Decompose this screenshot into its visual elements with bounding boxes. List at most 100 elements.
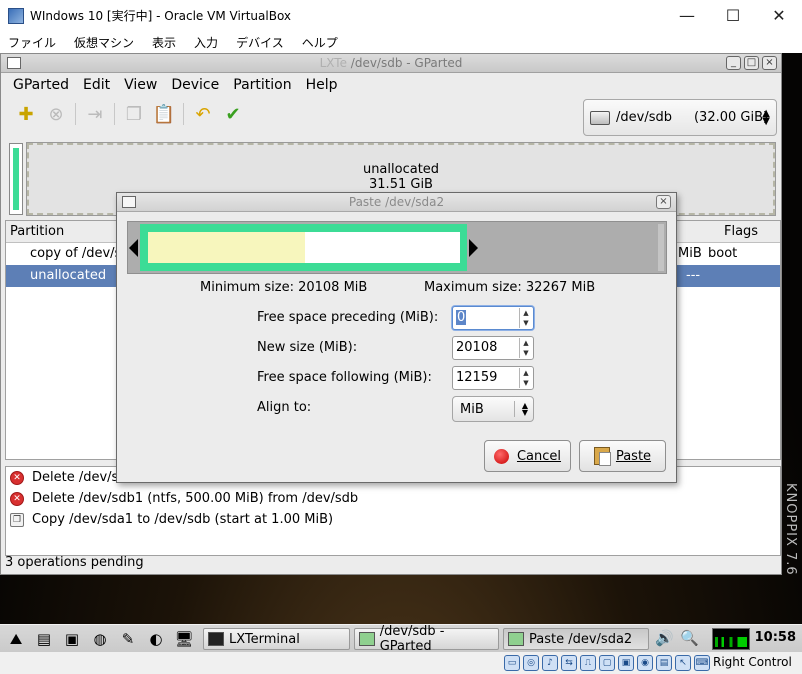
host-menu-machine[interactable]: 仮想マシン <box>74 34 134 51</box>
host-key-label: Right Control <box>713 655 792 669</box>
new-size-spinner[interactable]: 20108 ▲ ▼ <box>452 336 534 360</box>
host-menu-help[interactable]: ヘルプ <box>302 34 338 51</box>
new-size-value[interactable]: 20108 <box>456 340 497 355</box>
new-size-label: New size (MiB): <box>257 340 358 355</box>
window-icon <box>7 57 21 69</box>
files-icon[interactable]: ▤ <box>32 628 56 650</box>
host-statusbar: ▭ ◎ ♪ ⇆ ⎍ ▢ ▣ ◉ ▤ ↖ ⌨ Right Control <box>0 652 802 674</box>
apply-icon[interactable]: ✔ <box>218 100 248 128</box>
gparted-close-button[interactable]: × <box>762 56 777 70</box>
shared-folder-icon[interactable]: ▢ <box>599 655 615 671</box>
gparted-minimize-button[interactable]: _ <box>726 56 741 70</box>
gparted-icon <box>508 632 524 646</box>
menu-edit[interactable]: Edit <box>83 77 110 93</box>
terminal-icon[interactable]: ▣ <box>60 628 84 650</box>
free-following-value[interactable]: 12159 <box>456 370 497 385</box>
menu-gparted[interactable]: GParted <box>13 77 69 93</box>
resize-move-icon[interactable]: ⇥ <box>80 100 110 128</box>
unallocated-label: unallocated <box>362 162 440 177</box>
field-row: Align to: MiB ▲ ▼ <box>257 396 537 422</box>
host-menu-devices[interactable]: デバイス <box>236 34 284 51</box>
menu-device[interactable]: Device <box>171 77 219 93</box>
host-menu-input[interactable]: 入力 <box>194 34 218 51</box>
gparted-titlebar[interactable]: LXTe /dev/sdb - GParted _ □ × <box>1 54 781 73</box>
free-preceding-spinner[interactable]: 0 ▲ ▼ <box>452 306 534 330</box>
align-to-combo[interactable]: MiB ▲ ▼ <box>452 396 534 422</box>
usb-icon[interactable]: ⎍ <box>580 655 596 671</box>
mouse-integration-icon[interactable]: ↖ <box>675 655 691 671</box>
cpu-status-icon[interactable]: ▤ <box>656 655 672 671</box>
list-item[interactable]: ❐ Copy /dev/sda1 to /dev/sdb (start at 1… <box>6 509 780 530</box>
column-partition[interactable]: Partition <box>10 224 64 239</box>
terminal-icon <box>208 632 224 646</box>
partition-resizer[interactable] <box>127 221 667 274</box>
right-resize-handle[interactable] <box>469 239 478 257</box>
task-label: LXTerminal <box>229 631 300 647</box>
used-space-bar <box>148 232 305 263</box>
editor-icon[interactable]: ✎ <box>116 628 140 650</box>
browser-icon[interactable]: ◍ <box>88 628 112 650</box>
display-status-icon[interactable]: ▣ <box>618 655 634 671</box>
unallocated-size: 31.51 GiB <box>369 177 433 192</box>
maximize-button[interactable]: ☐ <box>710 0 756 31</box>
increment-arrow-icon[interactable]: ▲ <box>520 368 532 378</box>
menu-view[interactable]: View <box>124 77 157 93</box>
gparted-menubar: GParted Edit View Device Partition Help <box>1 73 781 97</box>
host-window-title: WIndows 10 [実行中] - Oracle VM VirtualBox <box>30 9 292 23</box>
window-icon <box>122 196 136 208</box>
combo-separator <box>514 401 515 417</box>
device-selector[interactable]: /dev/sdb (32.00 GiB) ▲ ▼ <box>583 99 777 136</box>
undo-icon[interactable]: ↶ <box>188 100 218 128</box>
status-bar: 3 operations pending <box>5 555 144 570</box>
audio-icon[interactable]: ♪ <box>542 655 558 671</box>
align-to-value: MiB <box>460 402 484 417</box>
paste-icon[interactable]: 📋 <box>149 100 179 128</box>
copy-icon[interactable]: ❐ <box>119 100 149 128</box>
cancel-label: Cancel <box>516 448 562 464</box>
free-preceding-value[interactable]: 0 <box>456 310 467 325</box>
search-icon[interactable]: 🔍 <box>680 629 699 647</box>
paste-button[interactable]: Paste <box>579 440 666 472</box>
dialog-close-button[interactable]: × <box>656 195 671 209</box>
row-partition: unallocated <box>30 268 107 283</box>
gparted-maximize-button[interactable]: □ <box>744 56 759 70</box>
list-item[interactable]: ✕ Delete /dev/sdb1 (ntfs, 500.00 MiB) fr… <box>6 488 780 509</box>
new-partition-icon[interactable]: ✚ <box>11 100 41 128</box>
optical-drive-icon[interactable]: ◎ <box>523 655 539 671</box>
task-lxterminal[interactable]: LXTerminal <box>203 628 350 650</box>
dialog-titlebar[interactable]: Paste /dev/sda2 × <box>117 193 676 212</box>
display-icon[interactable]: 🖥 <box>172 628 196 650</box>
increment-arrow-icon[interactable]: ▲ <box>520 308 532 318</box>
row-flags: boot <box>708 246 738 261</box>
virtualbox-icon <box>8 7 24 24</box>
decrement-arrow-icon[interactable]: ▼ <box>520 348 532 358</box>
host-menu-view[interactable]: 表示 <box>152 34 176 51</box>
menu-help[interactable]: Help <box>306 77 338 93</box>
free-following-spinner[interactable]: 12159 ▲ ▼ <box>452 366 534 390</box>
menu-launcher-icon[interactable]: ⛰ <box>4 628 28 650</box>
cancel-button[interactable]: Cancel <box>484 440 571 472</box>
launcher-icons: ⛰ ▤ ▣ ◍ ✎ ◐ 🖥 <box>4 628 196 650</box>
column-flags[interactable]: Flags <box>724 224 758 239</box>
decrement-arrow-icon[interactable]: ▼ <box>520 378 532 388</box>
decrement-arrow-icon[interactable]: ▼ <box>520 318 532 328</box>
increment-arrow-icon[interactable]: ▲ <box>520 338 532 348</box>
paste-label: Paste <box>615 448 652 464</box>
close-button[interactable]: ✕ <box>756 0 802 31</box>
keyboard-icon[interactable]: ⌨ <box>694 655 710 671</box>
knoppix-icon[interactable]: ◐ <box>144 628 168 650</box>
field-row: Free space following (MiB): 12159 ▲ ▼ <box>257 366 537 390</box>
network-icon[interactable]: ⇆ <box>561 655 577 671</box>
minimize-button[interactable]: — <box>664 0 710 31</box>
delete-partition-icon[interactable]: ⊗ <box>41 100 71 128</box>
volume-icon[interactable]: 🔊 <box>655 629 674 647</box>
harddisk-status-icon[interactable]: ▭ <box>504 655 520 671</box>
row-size-tail: MiB <box>678 246 702 261</box>
menu-partition[interactable]: Partition <box>233 77 291 93</box>
task-gparted[interactable]: /dev/sdb - GParted <box>354 624 499 654</box>
host-menu-file[interactable]: ファイル <box>8 34 56 51</box>
partition-block-copy[interactable] <box>9 143 23 215</box>
left-resize-handle[interactable] <box>129 239 138 257</box>
task-paste-dialog[interactable]: Paste /dev/sda2 <box>503 628 649 650</box>
recording-icon[interactable]: ◉ <box>637 655 653 671</box>
